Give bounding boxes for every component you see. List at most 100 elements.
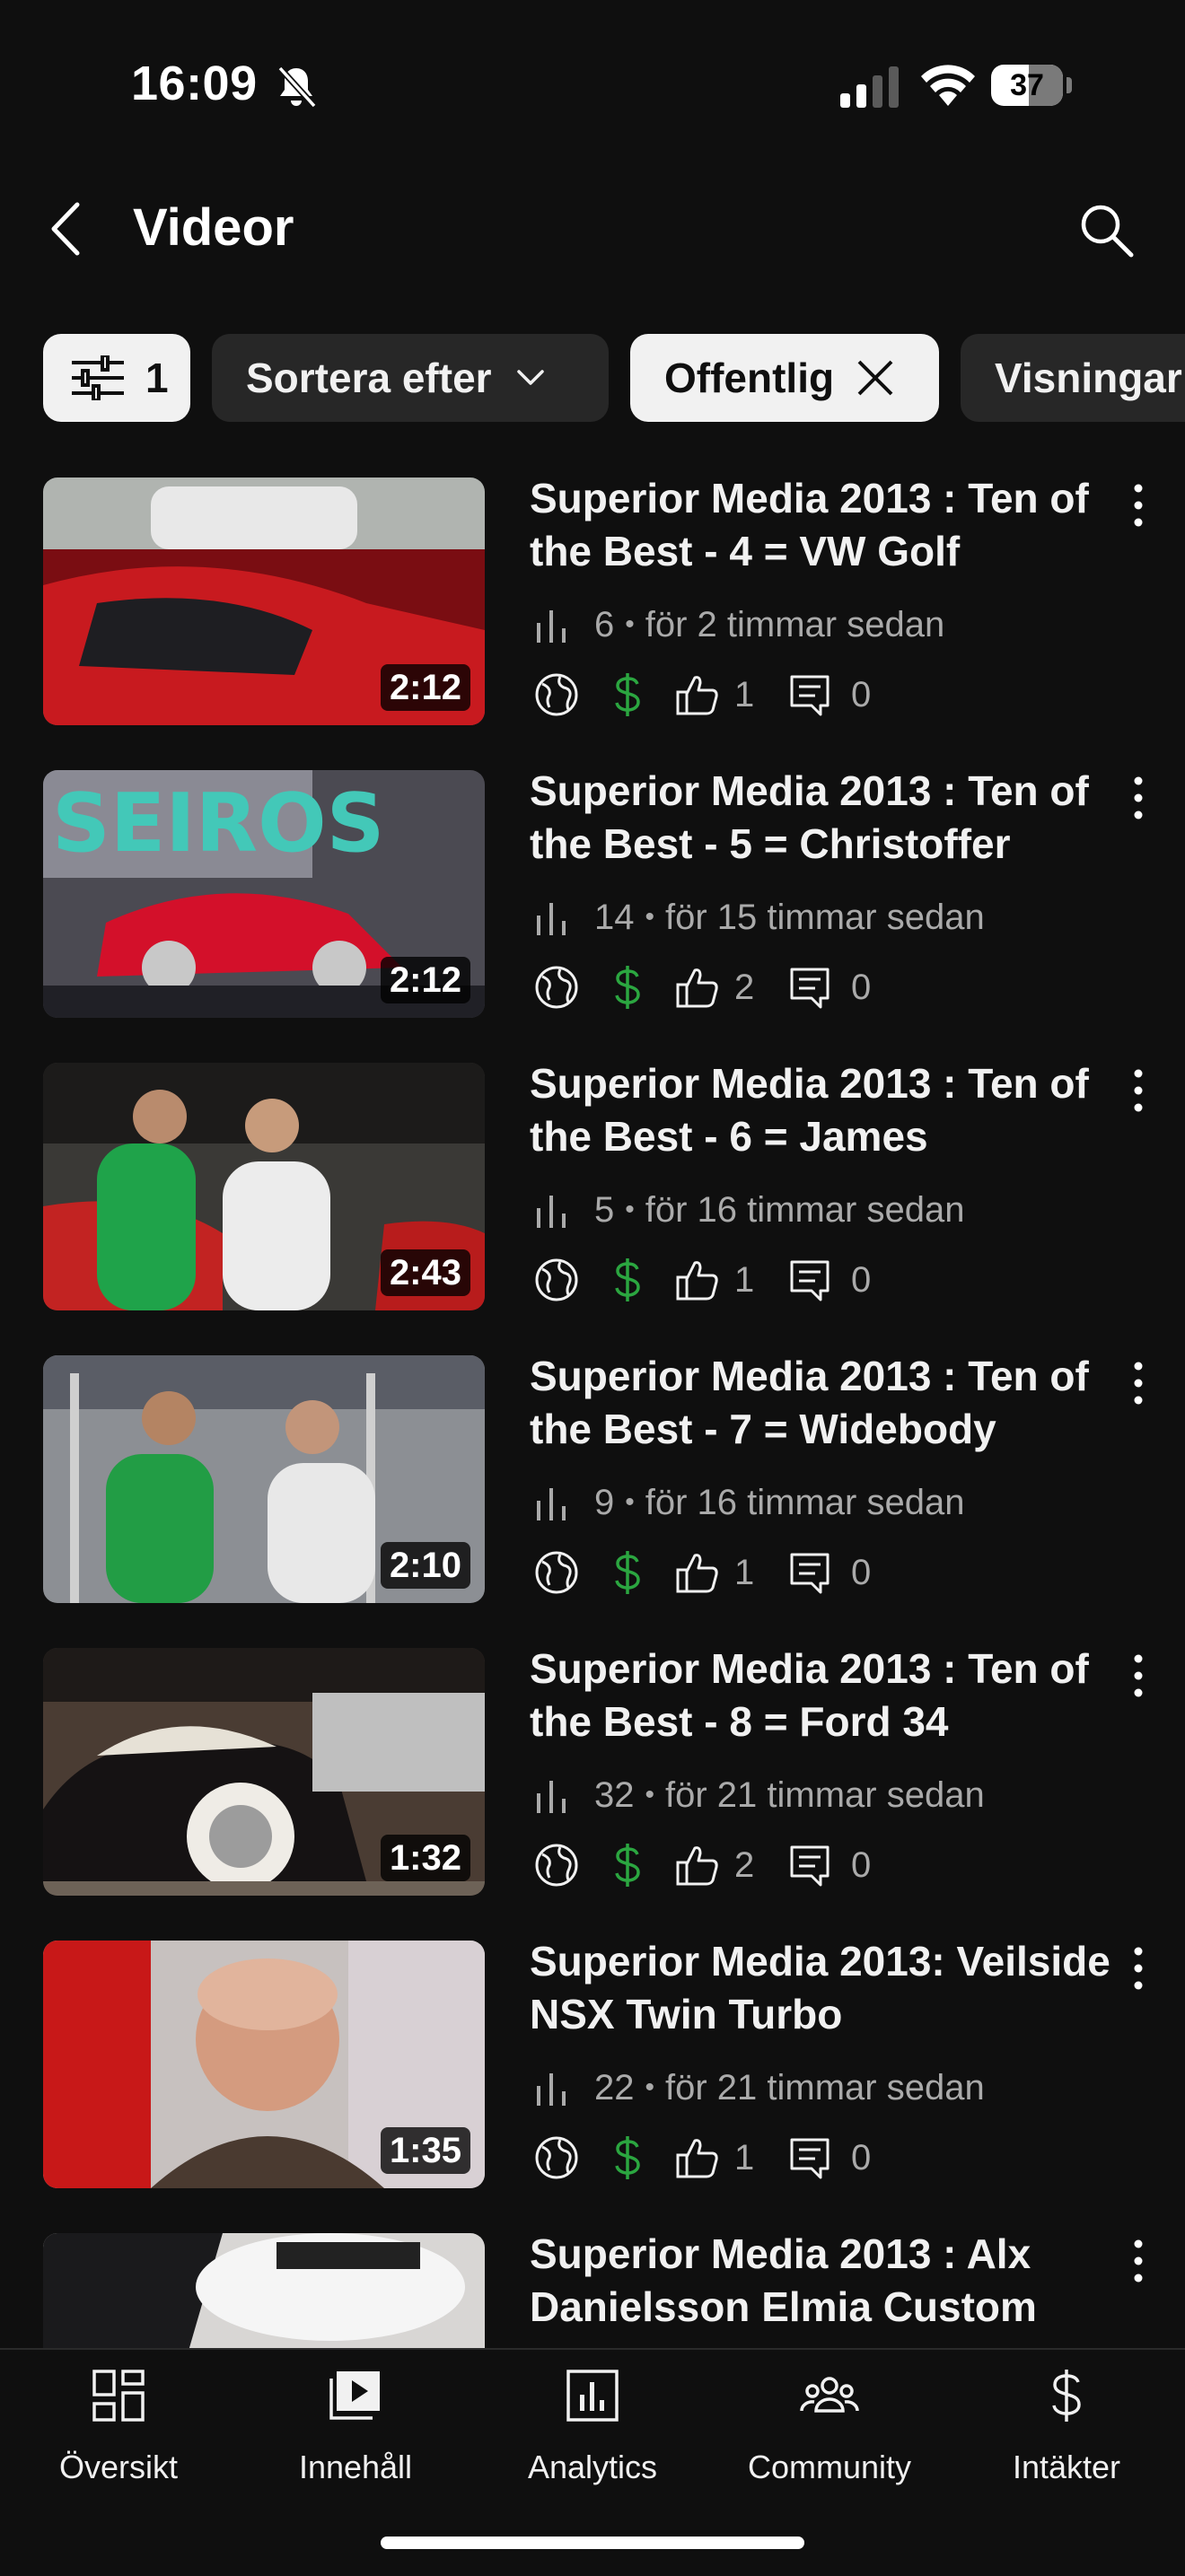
video-title[interactable]: Superior Media 2013 : Alx Danielsson Elm… [530,2228,1113,2334]
thumbs-up-icon [676,2139,718,2178]
video-row[interactable]: SEIROS 2:12 Superior Media 2013 : Ten of t… [0,767,1185,1039]
comment-count: 0 [851,1844,872,1885]
separator: • [645,1780,655,1809]
duration-badge: 2:12 [380,957,470,1003]
video-row[interactable]: 2:10 Superior Media 2013 : Ten of the Bes… [0,1353,1185,1625]
nav-analytics[interactable]: Analytics [474,2350,711,2485]
status-bar: 16:09 37 [0,0,1185,171]
like-count: 2 [734,967,755,1007]
chevron-left-icon[interactable] [45,199,88,258]
more-vert-icon[interactable] [1126,774,1151,822]
comment-icon [790,1553,830,1594]
more-vert-icon[interactable] [1126,481,1151,530]
monetization-icon [615,966,640,1009]
video-row[interactable]: 1:35 Superior Media 2013: Veilside NSX Tw… [0,1938,1185,2210]
public-chip[interactable]: Offentlig [630,334,939,422]
publish-time: för 16 timmar sedan [645,1482,965,1522]
video-title[interactable]: Superior Media 2013 : Ten of the Best - … [530,765,1113,871]
nav-label: Community [747,2449,912,2485]
video-row[interactable]: 2:12 Superior Media 2013 : Ten of the Bes… [0,475,1185,747]
video-thumbnail[interactable]: 2:12 [43,478,485,725]
svg-text:SEIROS: SEIROS [52,776,384,871]
monetization-icon [615,673,640,716]
separator: • [625,609,635,639]
duration-badge: 2:43 [380,1249,470,1296]
video-stats: 10 [533,2133,871,2183]
filter-chip[interactable]: 1 [43,334,190,422]
view-count: 14 [594,897,635,937]
thumbs-up-icon [676,1261,718,1301]
more-vert-icon[interactable] [1126,1944,1151,1993]
views-chip[interactable]: Visningar [961,334,1185,422]
more-vert-icon[interactable] [1126,2237,1151,2285]
publish-time: för 21 timmar sedan [665,1774,985,1815]
view-count: 9 [594,1482,615,1522]
thumbs-up-icon [676,1846,718,1886]
views-icon [537,610,566,643]
view-count: 5 [594,1189,615,1230]
comment-icon [790,1260,830,1301]
comment-icon [790,968,830,1009]
video-stats: 20 [533,962,871,1012]
thumbs-up-icon [676,676,718,715]
signal-icon [840,66,899,108]
globe-icon [535,966,578,1009]
like-count: 1 [734,2137,755,2177]
close-icon[interactable] [856,358,895,398]
nav-content[interactable]: Innehåll [237,2350,474,2485]
search-icon[interactable] [1077,201,1135,258]
video-stats: 20 [533,1840,871,1890]
sort-chip[interactable]: Sortera efter [212,334,609,422]
video-row[interactable]: 2:43 Superior Media 2013 : Ten of the Bes… [0,1060,1185,1332]
publish-time: för 2 timmar sedan [645,604,945,644]
video-thumbnail[interactable]: 1:35 [43,1941,485,2188]
video-thumbnail[interactable]: 2:10 [43,1355,485,1603]
community-icon [800,2377,859,2413]
video-title[interactable]: Superior Media 2013: Veilside NSX Twin T… [530,1935,1113,2041]
more-vert-icon[interactable] [1126,1066,1151,1115]
views-chip-label: Visningar [995,355,1182,401]
chevron-down-icon [516,370,544,385]
globe-icon [535,1844,578,1887]
separator: • [625,1487,635,1517]
video-title[interactable]: Superior Media 2013 : Ten of the Best - … [530,1057,1113,1163]
video-title[interactable]: Superior Media 2013 : Ten of the Best - … [530,472,1113,578]
publish-time: för 21 timmar sedan [665,2067,985,2107]
status-time: 16:09 [131,57,258,110]
nav-label: Analytics [527,2449,658,2485]
video-meta: 32 • för 21 timmar sedan [533,1772,985,1818]
nav-earn[interactable]: Intäkter [948,2350,1185,2485]
video-thumbnail[interactable]: 1:32 [43,1648,485,1896]
views-icon [537,1488,566,1520]
separator: • [645,902,655,932]
battery-icon: 37 [991,65,1072,106]
more-vert-icon[interactable] [1126,1652,1151,1700]
nav-label: Intäkter [1012,2449,1121,2485]
more-vert-icon[interactable] [1126,1359,1151,1407]
nav-overview[interactable]: Översikt [0,2350,237,2485]
wifi-icon [921,65,975,106]
video-row[interactable]: 1:32 Superior Media 2013 : Ten of the Bes… [0,1645,1185,1917]
monetization-icon [615,2136,640,2179]
like-count: 1 [734,1259,755,1300]
duration-badge: 1:32 [380,1835,470,1881]
video-meta: 22 • för 21 timmar sedan [533,2064,985,2111]
view-count: 6 [594,604,615,644]
sort-label: Sortera efter [246,355,492,401]
comment-count: 0 [851,2137,872,2177]
thumbs-up-icon [676,1554,718,1593]
video-title[interactable]: Superior Media 2013 : Ten of the Best - … [530,1643,1113,1748]
comment-icon [790,675,830,716]
video-thumbnail[interactable]: SEIROS 2:12 [43,770,485,1018]
nav-label: Innehåll [298,2449,413,2485]
duration-badge: 2:10 [380,1542,470,1589]
video-thumbnail[interactable]: 2:43 [43,1063,485,1310]
views-icon [537,903,566,935]
video-title[interactable]: Superior Media 2013 : Ten of the Best - … [530,1350,1113,1456]
page-title: Videor [133,198,294,257]
monetization-icon [615,1844,640,1887]
globe-icon [535,2136,578,2179]
comment-count: 0 [851,967,872,1007]
video-stats: 10 [533,670,871,720]
nav-community[interactable]: Community [711,2350,948,2485]
